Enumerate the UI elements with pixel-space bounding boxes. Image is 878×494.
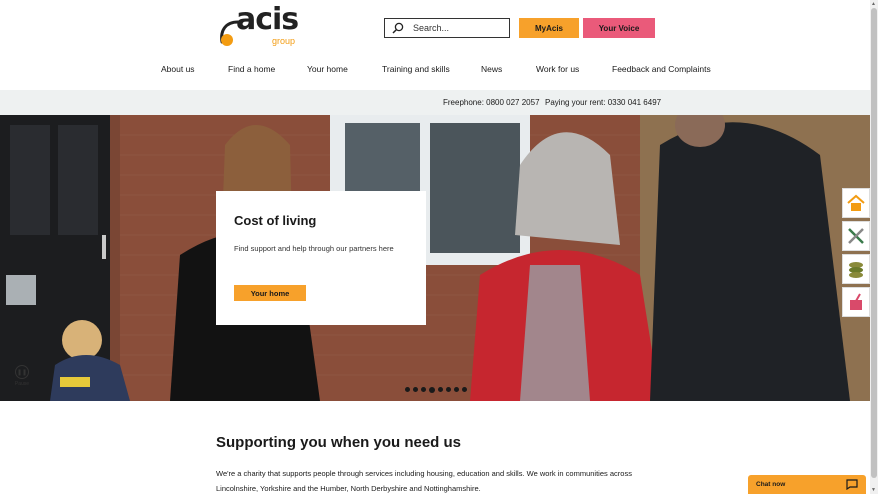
house-icon <box>847 194 865 211</box>
nav-news[interactable]: News <box>481 64 502 74</box>
scroll-thumb[interactable] <box>871 8 877 478</box>
your-voice-button[interactable]: Your Voice <box>583 18 655 38</box>
chat-widget[interactable]: Chat now <box>748 475 866 494</box>
contact-bar: Freephone: 0800 027 2057 Paying your ren… <box>0 90 870 115</box>
pause-label: Pause <box>14 381 30 387</box>
hero-card-text: Find support and help through our partne… <box>234 244 394 253</box>
scroll-down-icon[interactable]: ▼ <box>871 487 876 493</box>
freephone-number[interactable]: Freephone: 0800 027 2057 <box>443 98 540 107</box>
nav-find-a-home[interactable]: Find a home <box>228 64 275 74</box>
hero-carousel: Cost of living Find support and help thr… <box>0 115 870 401</box>
repairs-link-button[interactable] <box>842 221 870 251</box>
cleaning-icon <box>850 293 862 310</box>
section-title: Supporting you when you need us <box>216 434 462 451</box>
site-header: acis group MyAcis Your Voice About us Fi… <box>0 0 870 90</box>
carousel-dot[interactable] <box>405 387 410 392</box>
carousel-dot[interactable] <box>421 387 426 392</box>
pause-icon: ❚❚ <box>15 365 29 379</box>
cleaning-link-button[interactable] <box>842 287 870 317</box>
hero-image <box>0 115 870 401</box>
nav-about-us[interactable]: About us <box>161 64 195 74</box>
search-icon[interactable] <box>389 19 407 37</box>
logo-dot <box>221 34 233 46</box>
logo-subtext: group <box>272 36 296 46</box>
pause-button[interactable]: ❚❚ Pause <box>12 365 32 387</box>
chat-label: Chat now <box>756 481 786 488</box>
your-home-button[interactable]: Your home <box>234 285 306 301</box>
logo-text: acis <box>236 2 299 37</box>
money-link-button[interactable] <box>842 254 870 284</box>
hero-card-title: Cost of living <box>234 213 317 228</box>
carousel-dot[interactable] <box>429 386 435 393</box>
section-text: We're a charity that supports people thr… <box>216 469 632 493</box>
money-icon <box>849 262 863 278</box>
scrollbar[interactable]: ▲ ▼ <box>870 0 878 494</box>
carousel-dot[interactable] <box>438 387 443 392</box>
tools-icon <box>848 228 864 244</box>
quick-links <box>842 188 870 320</box>
nav-feedback-and-complaints[interactable]: Feedback and Complaints <box>612 64 711 74</box>
nav-your-home[interactable]: Your home <box>307 64 348 74</box>
search-box[interactable] <box>384 18 510 38</box>
chat-bubble-icon <box>846 479 858 490</box>
carousel-dot[interactable] <box>413 387 418 392</box>
carousel-dot[interactable] <box>454 387 459 392</box>
hero-card: Cost of living Find support and help thr… <box>216 191 426 325</box>
rent-payment-number[interactable]: Paying your rent: 0330 041 6497 <box>545 98 661 107</box>
home-link-button[interactable] <box>842 188 870 218</box>
carousel-dot[interactable] <box>462 387 467 392</box>
myacis-button[interactable]: MyAcis <box>519 18 579 38</box>
main-nav: About us Find a home Your home Training … <box>0 64 870 76</box>
carousel-dot[interactable] <box>446 387 451 392</box>
nav-training-and-skills[interactable]: Training and skills <box>382 64 450 74</box>
scroll-up-icon[interactable]: ▲ <box>871 1 876 7</box>
carousel-dots <box>405 386 467 393</box>
nav-work-for-us[interactable]: Work for us <box>536 64 579 74</box>
search-input[interactable] <box>413 23 503 33</box>
